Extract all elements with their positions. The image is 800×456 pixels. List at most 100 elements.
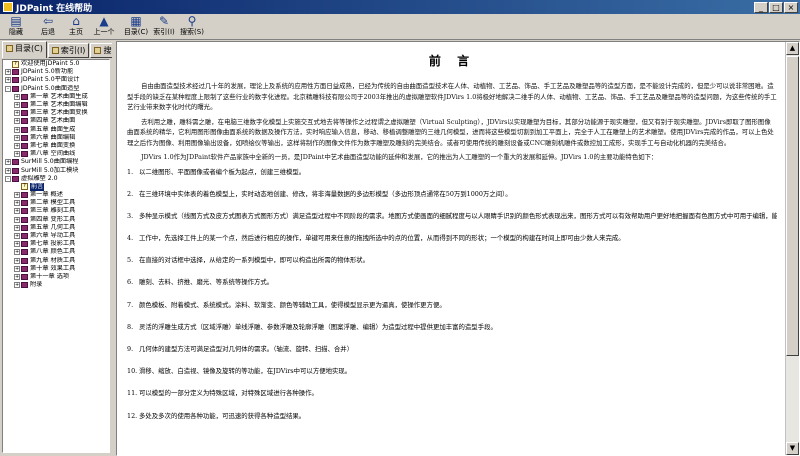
expand-icon[interactable]: + — [14, 241, 20, 248]
scroll-thumb[interactable] — [786, 56, 799, 356]
tree-item[interactable]: + JDPaint 5.0平面设计 — [3, 76, 109, 84]
tree-item[interactable]: + 第五章 曲面生成 — [3, 126, 109, 134]
tree-item[interactable]: + 第八章 颜色工具 — [3, 248, 109, 256]
toolbar-hide-button[interactable]: ▤ 隐藏 — [2, 14, 30, 40]
book-icon — [21, 257, 28, 264]
toolbar-toc-button[interactable]: ▦ 目录(C) — [122, 14, 150, 40]
toolbar-search-button[interactable]: ⚲ 搜索(S) — [178, 14, 206, 40]
prev-icon: ▲ — [99, 14, 109, 28]
expand-icon[interactable]: + — [14, 142, 20, 149]
item-number: 3. — [127, 211, 134, 220]
tab-label: 目录(C) — [15, 44, 43, 53]
tree-item-label: 第四章 变形工具 — [30, 215, 76, 223]
item-number: 1. — [127, 167, 134, 176]
tree-item[interactable]: + 附录 — [3, 281, 109, 289]
tree-item-label: 第五章 曲面生成 — [30, 125, 76, 133]
tree-item-label: 第六章 曲面编辑 — [30, 133, 76, 141]
tree-item[interactable]: - 虚拟雕塑 2.0 — [3, 175, 109, 183]
expand-icon[interactable]: + — [14, 233, 20, 240]
expand-icon[interactable]: + — [14, 200, 20, 207]
expand-icon[interactable]: + — [14, 249, 20, 256]
book-icon — [21, 224, 28, 231]
expand-icon[interactable]: + — [5, 159, 11, 166]
book-icon — [21, 110, 28, 117]
tree-item[interactable]: - JDPaint 5.0曲面造型 — [3, 85, 109, 93]
tab-0[interactable]: 目录(C) — [2, 41, 47, 58]
tree-item[interactable]: + 第四章 变形工具 — [3, 216, 109, 224]
item-number: 10. — [127, 367, 138, 376]
toolbar-index-button[interactable]: ✎ 索引(I) — [150, 14, 178, 40]
feature-item: 9. 几何体的建型方法可满足造型对几何体的需求。（轴流、旋转、扫描、合并） — [127, 344, 777, 354]
expand-icon[interactable]: + — [14, 110, 20, 117]
tree-item[interactable]: + JDPaint 5.0新功能 — [3, 68, 109, 76]
item-text: 灵活的浮雕生成方式（区域浮雕）单线浮雕、参数浮雕及轮廓浮雕（图案浮雕、编辑）为造… — [139, 322, 497, 331]
expand-icon[interactable]: + — [5, 77, 11, 84]
close-button[interactable]: × — [784, 1, 798, 13]
book-icon — [21, 192, 28, 199]
tree-item[interactable]: + 第七章 曲面变换 — [3, 142, 109, 150]
scroll-down-button[interactable]: ▼ — [786, 442, 799, 455]
tree-item[interactable]: + 第十章 效果工具 — [3, 265, 109, 273]
tree-item[interactable]: + 第六章 导动工具 — [3, 232, 109, 240]
tree-item[interactable]: + 第一章 概述 — [3, 191, 109, 199]
tree-item-label: 第一章 概述 — [30, 191, 63, 199]
tree-item[interactable]: ? 前言 — [3, 182, 109, 191]
vertical-scrollbar[interactable]: ▲ ▼ — [785, 42, 799, 455]
expand-icon[interactable]: + — [14, 134, 20, 141]
expand-icon[interactable]: + — [14, 151, 20, 158]
tree-item[interactable]: + 第三章 艺术曲面变换 — [3, 109, 109, 117]
intro-paragraphs: 自由曲面造型技术经过几十年的发展，理论上及系统的应用性方面日益成熟，已经为传统的… — [127, 81, 777, 163]
tree-item[interactable]: + SurMill 5.0加工模块 — [3, 166, 109, 174]
tree-item[interactable]: + 第八章 空间曲线 — [3, 150, 109, 158]
expand-icon[interactable]: + — [14, 224, 20, 231]
expand-icon[interactable]: + — [14, 93, 20, 100]
toolbar-back-button[interactable]: ⇦ 后退 — [34, 14, 62, 40]
tree-item[interactable]: + 第六章 曲面编辑 — [3, 134, 109, 142]
body-paragraph: 自由曲面造型技术经过几十年的发展，理论上及系统的应用性方面日益成熟，已经为传统的… — [127, 82, 777, 111]
tree-item[interactable]: + 第二章 艺术曲面编辑 — [3, 101, 109, 109]
expand-icon[interactable]: + — [14, 257, 20, 264]
expand-icon[interactable]: + — [14, 192, 20, 199]
minimize-button[interactable]: _ — [754, 1, 768, 13]
collapse-icon[interactable]: - — [5, 175, 11, 182]
tree-item[interactable]: + 第七章 投影工具 — [3, 240, 109, 248]
expand-icon[interactable]: + — [14, 208, 20, 215]
tree-item[interactable]: + 第一章 艺术曲面生成 — [3, 93, 109, 101]
expand-icon[interactable]: + — [5, 69, 11, 76]
toolbar-home-button[interactable]: ⌂ 主页 — [62, 14, 90, 40]
expand-icon[interactable]: + — [14, 273, 20, 280]
scroll-up-button[interactable]: ▲ — [786, 42, 799, 55]
expand-icon[interactable]: + — [14, 265, 20, 272]
tree-item[interactable]: + 第九章 材质工具 — [3, 257, 109, 265]
tree-item[interactable]: + 第二章 模型工具 — [3, 199, 109, 207]
collapse-icon[interactable]: - — [5, 85, 11, 92]
feature-item: 5. 在直接的对话框中选择，从给定的一系列模型中，即可以构造出所需的物体形状。 — [127, 255, 777, 265]
tree-item[interactable]: + 第三章 雕刻工具 — [3, 207, 109, 215]
expand-icon[interactable]: + — [14, 102, 20, 109]
item-text: 工作中，先选择工件上的某一个点，然后进行相应的操作，单键可用来任意的拖拽所选中的… — [139, 234, 625, 243]
expand-icon[interactable]: + — [14, 216, 20, 223]
tree-item[interactable]: + SurMill 5.0曲面编程 — [3, 158, 109, 166]
window-controls: _ □ × — [754, 1, 798, 13]
feature-item: 7. 颜色模板、附着模式、系统模式。涂料、软渐变、颜色等辅助工具，使得模型显示更为… — [127, 300, 777, 310]
tab-book-icon — [94, 47, 102, 54]
tree-item[interactable]: + 第十一章 选项 — [3, 273, 109, 281]
tree-item-label: 第七章 曲面变换 — [30, 141, 76, 149]
feature-item: 10. 滑移、缩放、白造视、镜像及旋转的等功能，在JDVirs中可以方便地实现。 — [127, 366, 777, 376]
toolbar-label: 后退 — [41, 28, 55, 36]
tree-item[interactable]: + 第四章 艺术曲面 — [3, 117, 109, 125]
expand-icon[interactable]: + — [14, 282, 20, 289]
book-icon — [21, 151, 28, 158]
tree-item[interactable]: + 第五章 几何工具 — [3, 224, 109, 232]
expand-icon[interactable]: + — [14, 126, 20, 133]
tree-item-label: 第八章 空间曲线 — [30, 150, 76, 158]
contents-tree[interactable]: ? 欢迎使用JDPaint 5.0 + JDPaint 5.0新功能 + JDPaint … — [2, 59, 110, 453]
hide-icon: ▤ — [10, 14, 22, 28]
expand-icon[interactable]: + — [5, 167, 11, 174]
tab-1[interactable]: 索引(I) — [47, 43, 90, 58]
toolbar-prev-button[interactable]: ▲ 上一个 — [90, 14, 118, 40]
tree-item-label: JDPaint 5.0曲面造型 — [21, 84, 80, 92]
maximize-button[interactable]: □ — [769, 1, 783, 13]
tree-item[interactable]: ? 欢迎使用JDPaint 5.0 — [3, 60, 109, 68]
expand-icon[interactable]: + — [14, 118, 20, 125]
